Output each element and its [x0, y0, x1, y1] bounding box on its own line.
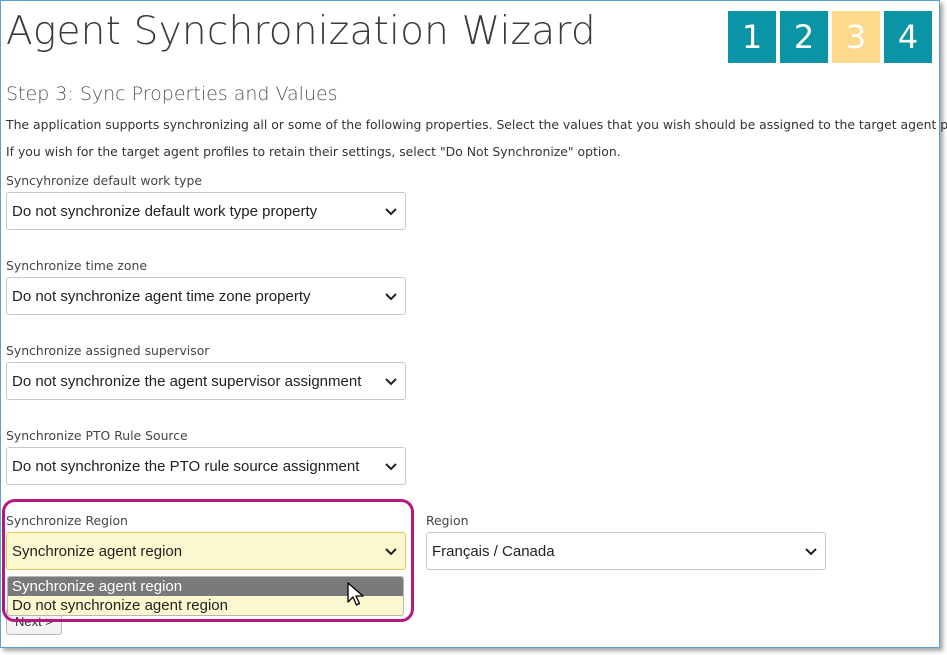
time-zone-select[interactable]: Do not synchronize agent time zone prope… [6, 277, 406, 315]
chevron-down-icon [385, 378, 397, 386]
step-4[interactable]: 4 [884, 11, 932, 63]
supervisor-label: Synchronize assigned supervisor [6, 343, 210, 358]
pto-value: Do not synchronize the PTO rule source a… [12, 457, 360, 475]
chevron-down-icon [805, 548, 817, 556]
region-select[interactable]: Français / Canada [426, 532, 826, 570]
wizard-window: Agent Synchronization Wizard 1 2 3 4 Ste… [0, 0, 947, 648]
step-3[interactable]: 3 [832, 11, 880, 63]
work-type-select[interactable]: Do not synchronize default work type pro… [6, 192, 406, 230]
step-1[interactable]: 1 [728, 11, 776, 63]
step-subtitle: Step 3: Sync Properties and Values [6, 83, 338, 105]
work-type-value: Do not synchronize default work type pro… [12, 202, 318, 220]
pto-label: Synchronize PTO Rule Source [6, 428, 188, 443]
chevron-down-icon [385, 293, 397, 301]
time-zone-value: Do not synchronize agent time zone prope… [12, 287, 311, 305]
pto-select[interactable]: Do not synchronize the PTO rule source a… [6, 447, 406, 485]
page-title: Agent Synchronization Wizard [6, 9, 596, 54]
work-type-label: Syncyhronize default work type [6, 173, 202, 188]
chevron-down-icon [385, 208, 397, 216]
region-label: Region [426, 513, 469, 528]
step-description-1: The application supports synchronizing a… [6, 117, 947, 132]
time-zone-label: Synchronize time zone [6, 258, 147, 273]
supervisor-select[interactable]: Do not synchronize the agent supervisor … [6, 362, 406, 400]
chevron-down-icon [385, 463, 397, 471]
supervisor-value: Do not synchronize the agent supervisor … [12, 372, 362, 390]
step-indicator: 1 2 3 4 [728, 11, 932, 63]
step-description-2: If you wish for the target agent profile… [6, 144, 621, 159]
step-2[interactable]: 2 [780, 11, 828, 63]
region-value: Français / Canada [432, 542, 555, 560]
mouse-cursor-icon [347, 582, 364, 606]
